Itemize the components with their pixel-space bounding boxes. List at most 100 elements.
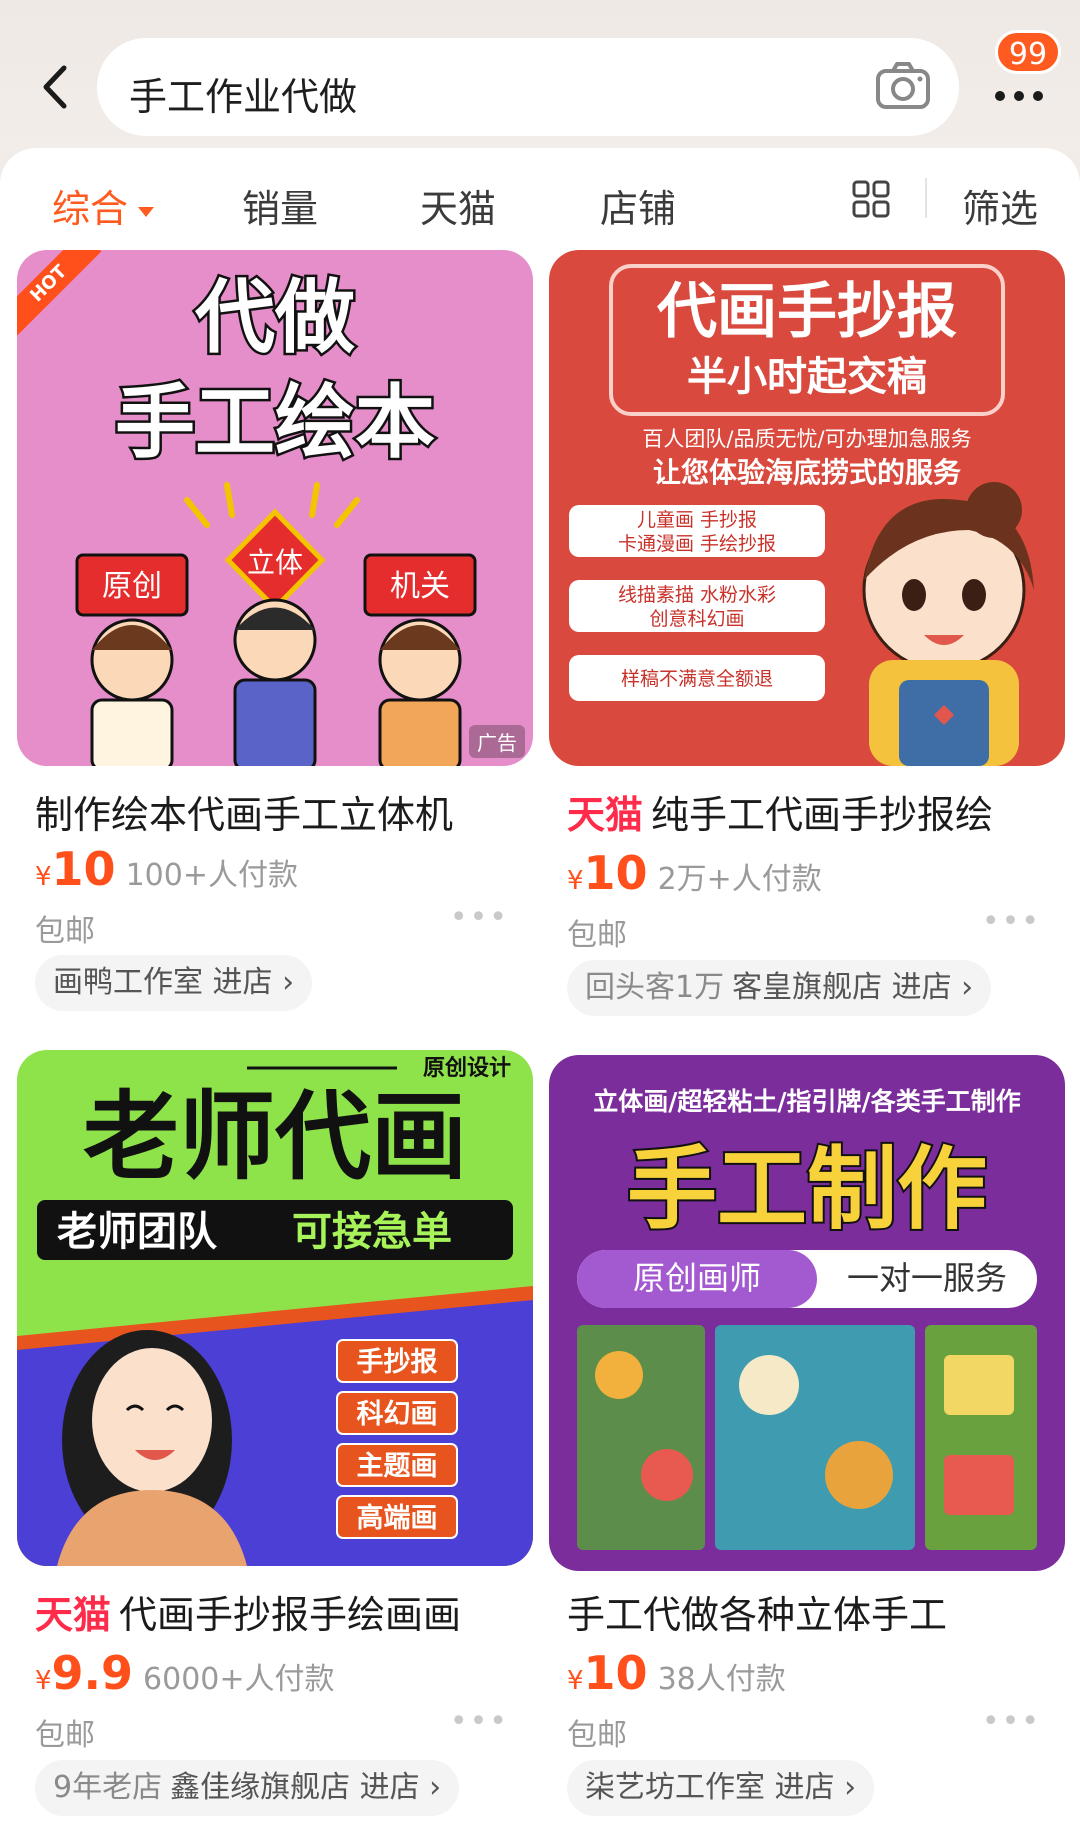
sign-3d: 立体 (247, 546, 303, 579)
image-headline: 老师代画 (83, 1081, 467, 1193)
product-title[interactable]: 天猫 代画手抄报手绘画画 (35, 1584, 461, 1639)
tab-stores[interactable]: 店铺 (600, 178, 676, 233)
sign-original: 原创 (102, 569, 162, 604)
image-tagline: 立体画/超轻粘土/指引牌/各类手工制作 (593, 1087, 1020, 1116)
search-query: 手工作业代做 (129, 75, 358, 119)
service-1b: 卡通漫画 手绘抄报 (618, 533, 776, 555)
product-grid: 代做 手工绘本 原创 立体 机关 HOT 广告 制作绘本代画手工立体机 ¥10 … (0, 250, 1080, 1832)
sales-count: 2万+人付款 (657, 862, 822, 897)
image-tagline: 百人团队/品质无忧/可办理加急服务 (642, 427, 971, 451)
sales-count: 100+人付款 (125, 858, 298, 893)
tab-sales[interactable]: 销量 (242, 178, 318, 233)
price-row: ¥9.9 6000+人付款 (35, 1646, 335, 1700)
image-tagline-2: 让您体验海底捞式的服务 (653, 456, 961, 489)
image-headline-2: 手工绘本 (115, 376, 435, 469)
product-title[interactable]: 制作绘本代画手工立体机 (35, 784, 453, 839)
search-input[interactable]: 手工作业代做 (97, 38, 959, 136)
chevron-right-icon: › (419, 1770, 442, 1805)
shop-name: 鑫佳缘旗舰店 进店 (170, 1770, 420, 1805)
shipping-label: 包邮 (35, 1718, 95, 1753)
shop-name: 客皇旗舰店 进店 (732, 970, 952, 1005)
service-item: 科幻画 (357, 1399, 438, 1430)
more-options-icon[interactable]: ••• (982, 904, 1041, 939)
image-headline: 代做 (194, 271, 355, 364)
price: 9.9 (51, 1646, 134, 1700)
price-row: ¥10 100+人付款 (35, 842, 298, 896)
tab-filter[interactable]: 筛选 (962, 178, 1038, 233)
product-image: 代画手抄报 半小时起交稿 百人团队/品质无忧/可办理加急服务 让您体验海底捞式的… (549, 250, 1065, 766)
shop-name: 柒艺坊工作室 进店 (585, 1770, 835, 1805)
sign-mechanism: 机关 (390, 569, 450, 604)
grid-view-icon[interactable] (852, 180, 890, 218)
service-2a: 线描素描 水粉水彩 (618, 584, 776, 606)
service-item: 主题画 (357, 1451, 438, 1482)
image-subline-b: 可接急单 (292, 1209, 452, 1255)
tab-comprehensive[interactable]: 综合 (52, 178, 155, 233)
price: 10 (583, 1646, 648, 1700)
top-bar: 手工作业代做 99 (0, 0, 1080, 150)
message-count-badge: 99 (995, 30, 1061, 74)
more-options-icon[interactable]: ••• (450, 1704, 509, 1739)
tab-tmall[interactable]: 天猫 (420, 178, 496, 233)
chevron-right-icon: › (951, 970, 974, 1005)
title-text: 代画手抄报手绘画画 (119, 1593, 462, 1637)
shop-link[interactable]: 画鸭工作室 进店 › (35, 955, 313, 1011)
sales-count: 38人付款 (657, 1662, 786, 1697)
currency-symbol: ¥ (567, 1666, 584, 1696)
service-item: 手抄报 (357, 1347, 438, 1378)
price: 10 (51, 842, 116, 896)
sales-count: 6000+人付款 (143, 1662, 335, 1697)
image-headline: 代画手抄报 (656, 277, 957, 347)
pill-right: 一对一服务 (847, 1259, 1007, 1297)
divider (925, 178, 927, 218)
product-card[interactable]: 立体画/超轻粘土/指引牌/各类手工制作 手工制作 原创画师 一对一服务 手工代做… (549, 1055, 1065, 1832)
service-item: 高端画 (357, 1502, 438, 1534)
chevron-right-icon: › (834, 1770, 857, 1805)
product-card[interactable]: 原创设计 老师代画 老师团队 可接急单 手抄报 科幻画 主题画 高端画 天猫 代… (17, 1050, 533, 1832)
shop-name: 画鸭工作室 进店 (53, 965, 273, 1000)
price-row: ¥10 38人付款 (567, 1646, 786, 1700)
shop-link[interactable]: 9年老店 鑫佳缘旗舰店 进店 › (35, 1760, 460, 1816)
back-arrow-icon[interactable] (36, 62, 76, 112)
service-1a: 儿童画 手抄报 (637, 509, 757, 531)
currency-symbol: ¥ (35, 862, 52, 892)
image-subline: 半小时起交稿 (687, 354, 927, 400)
image-tag: 原创设计 (423, 1056, 511, 1081)
product-image: 代做 手工绘本 原创 立体 机关 HOT 广告 (17, 250, 533, 766)
camera-icon[interactable] (875, 61, 931, 111)
sort-tabs: 综合 销量 天猫 店铺 筛选 (0, 148, 1080, 250)
shipping-label: 包邮 (35, 914, 95, 949)
ad-label: 广告 (469, 725, 525, 758)
more-options-icon[interactable]: ••• (982, 1704, 1041, 1739)
product-image-art: 原创设计 老师代画 老师团队 可接急单 手抄报 科幻画 主题画 高端画 (17, 1056, 533, 1566)
image-subline-a: 老师团队 (57, 1209, 218, 1255)
more-menu-icon[interactable] (990, 70, 1048, 110)
product-card[interactable]: 代做 手工绘本 原创 立体 机关 HOT 广告 制作绘本代画手工立体机 ¥10 … (17, 250, 533, 1020)
more-options-icon[interactable]: ••• (450, 900, 509, 935)
image-headline: 手工制作 (627, 1137, 987, 1242)
shipping-label: 包邮 (567, 918, 627, 953)
tab-label: 综合 (52, 187, 129, 231)
product-image: 原创设计 老师代画 老师团队 可接急单 手抄报 科幻画 主题画 高端画 (17, 1050, 533, 1566)
shop-link[interactable]: 回头客1万 客皇旗舰店 进店 › (567, 960, 992, 1016)
shipping-label: 包邮 (567, 1718, 627, 1753)
product-title[interactable]: 手工代做各种立体手工 (567, 1584, 947, 1639)
product-image: 立体画/超轻粘土/指引牌/各类手工制作 手工制作 原创画师 一对一服务 (549, 1055, 1065, 1571)
store-age: 9年老店 (53, 1770, 163, 1805)
product-image-art: 代画手抄报 半小时起交稿 百人团队/品质无忧/可办理加急服务 让您体验海底捞式的… (569, 264, 1034, 766)
price: 10 (583, 846, 648, 900)
chevron-right-icon: › (272, 965, 295, 1000)
currency-symbol: ¥ (567, 866, 584, 896)
product-title[interactable]: 天猫 纯手工代画手抄报绘 (567, 784, 993, 839)
service-3: 样稿不满意全额退 (621, 668, 773, 690)
repeat-customers: 回头客1万 (585, 970, 725, 1005)
price-row: ¥10 2万+人付款 (567, 846, 822, 900)
product-card[interactable]: 代画手抄报 半小时起交稿 百人团队/品质无忧/可办理加急服务 让您体验海底捞式的… (549, 250, 1065, 1020)
shop-link[interactable]: 柒艺坊工作室 进店 › (567, 1760, 875, 1816)
tmall-label: 天猫 (567, 793, 644, 837)
product-image-art: 代做 手工绘本 原创 立体 机关 (75, 269, 477, 766)
service-2b: 创意科幻画 (649, 608, 744, 630)
pill-left: 原创画师 (633, 1259, 761, 1297)
currency-symbol: ¥ (35, 1666, 52, 1696)
product-image-art: 立体画/超轻粘土/指引牌/各类手工制作 手工制作 原创画师 一对一服务 (577, 1087, 1037, 1550)
